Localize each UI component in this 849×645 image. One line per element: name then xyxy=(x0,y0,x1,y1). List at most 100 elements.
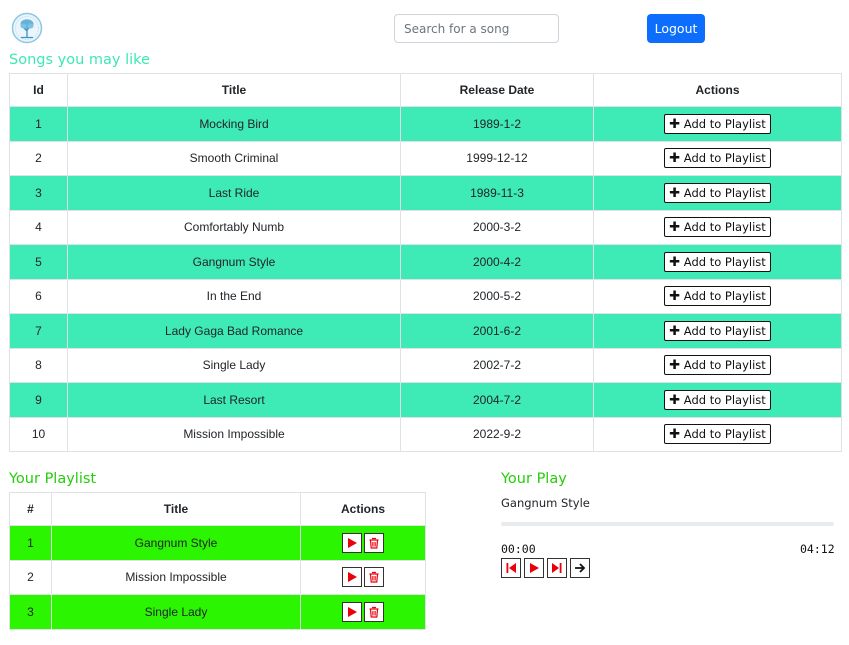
playlist-header-row: # Title Actions xyxy=(9,492,426,526)
playlist-actions xyxy=(300,594,426,630)
plus-icon: ✚ xyxy=(669,116,681,132)
duration: 04:12 xyxy=(800,542,835,556)
playlist-heading: Your Playlist xyxy=(9,471,97,487)
plus-icon: ✚ xyxy=(669,323,681,339)
add-to-playlist-label: Add to Playlist xyxy=(683,289,766,304)
song-id: 6 xyxy=(9,278,68,314)
previous-button[interactable] xyxy=(501,558,521,578)
songs-heading: Songs you may like xyxy=(9,52,150,68)
song-id: 5 xyxy=(9,244,68,280)
play-icon xyxy=(348,537,357,548)
column-header-title: Title xyxy=(51,492,301,526)
player-controls xyxy=(501,558,590,578)
song-id: 1 xyxy=(9,106,68,142)
play-button[interactable] xyxy=(342,601,362,622)
add-to-playlist-label: Add to Playlist xyxy=(683,254,766,269)
play-button[interactable] xyxy=(342,532,362,553)
song-release-date: 2022-9-2 xyxy=(400,416,594,452)
song-release-date: 2001-6-2 xyxy=(400,313,594,349)
plus-icon: ✚ xyxy=(669,254,681,270)
arrow-right-icon xyxy=(575,563,586,573)
trash-icon xyxy=(369,606,379,618)
song-actions: ✚ Add to Playlist xyxy=(593,140,842,176)
column-header-title: Title xyxy=(67,73,401,107)
song-id: 10 xyxy=(9,416,68,452)
logout-button[interactable]: Logout xyxy=(647,14,705,43)
column-header-actions: Actions xyxy=(300,492,426,526)
song-release-date: 2004-7-2 xyxy=(400,382,594,418)
add-to-playlist-button[interactable]: ✚ Add to Playlist xyxy=(664,251,771,272)
add-to-playlist-label: Add to Playlist xyxy=(683,220,766,235)
table-row: 2 Smooth Criminal 1999-12-12 ✚ Add to Pl… xyxy=(9,140,842,176)
playlist-actions xyxy=(300,559,426,595)
column-header-number: # xyxy=(9,492,52,526)
add-to-playlist-button[interactable]: ✚ Add to Playlist xyxy=(664,217,771,238)
table-row: 3 Single Lady xyxy=(9,594,426,630)
song-actions: ✚ Add to Playlist xyxy=(593,347,842,383)
plus-icon: ✚ xyxy=(669,358,681,374)
now-playing-title: Gangnum Style xyxy=(501,496,590,510)
add-to-playlist-button[interactable]: ✚ Add to Playlist xyxy=(664,182,771,203)
add-to-playlist-label: Add to Playlist xyxy=(683,323,766,338)
song-title: Last Ride xyxy=(67,175,401,211)
song-title: Mocking Bird xyxy=(67,106,401,142)
search-input[interactable] xyxy=(394,14,559,43)
playlist-number: 2 xyxy=(9,559,52,595)
song-actions: ✚ Add to Playlist xyxy=(593,244,842,280)
table-row: 1 Mocking Bird 1989-1-2 ✚ Add to Playlis… xyxy=(9,106,842,142)
playlist-title: Gangnum Style xyxy=(51,525,301,561)
add-to-playlist-label: Add to Playlist xyxy=(683,392,766,407)
play-icon xyxy=(530,563,539,573)
song-id: 8 xyxy=(9,347,68,383)
player-heading: Your Play xyxy=(501,471,567,487)
song-actions: ✚ Add to Playlist xyxy=(593,313,842,349)
song-actions: ✚ Add to Playlist xyxy=(593,416,842,452)
songs-header-row: Id Title Release Date Actions xyxy=(9,73,842,107)
song-release-date: 1989-11-3 xyxy=(400,175,594,211)
delete-button[interactable] xyxy=(364,567,384,588)
add-to-playlist-button[interactable]: ✚ Add to Playlist xyxy=(664,148,771,169)
playlist-table: # Title Actions 1 Gangnum Style 2 Missio… xyxy=(9,492,426,630)
add-to-playlist-label: Add to Playlist xyxy=(683,151,766,166)
playlist-actions xyxy=(300,525,426,561)
song-actions: ✚ Add to Playlist xyxy=(593,106,842,142)
plus-icon: ✚ xyxy=(669,151,681,167)
add-to-playlist-button[interactable]: ✚ Add to Playlist xyxy=(664,355,771,376)
playlist-title: Single Lady xyxy=(51,594,301,630)
table-row: 10 Mission Impossible 2022-9-2 ✚ Add to … xyxy=(9,416,842,452)
play-pause-button[interactable] xyxy=(524,558,544,578)
song-title: Single Lady xyxy=(67,347,401,383)
forward-button[interactable] xyxy=(570,558,590,578)
plus-icon: ✚ xyxy=(669,427,681,443)
song-title: Last Resort xyxy=(67,382,401,418)
progress-bar[interactable] xyxy=(501,522,834,526)
skip-previous-icon xyxy=(506,563,516,573)
delete-button[interactable] xyxy=(364,601,384,622)
song-title: Mission Impossible xyxy=(67,416,401,452)
trash-icon xyxy=(369,572,379,583)
song-actions: ✚ Add to Playlist xyxy=(593,382,842,418)
add-to-playlist-button[interactable]: ✚ Add to Playlist xyxy=(664,389,771,410)
add-to-playlist-button[interactable]: ✚ Add to Playlist xyxy=(664,320,771,341)
song-title: Comfortably Numb xyxy=(67,209,401,245)
table-row: 9 Last Resort 2004-7-2 ✚ Add to Playlist xyxy=(9,382,842,418)
next-button[interactable] xyxy=(547,558,567,578)
add-to-playlist-button[interactable]: ✚ Add to Playlist xyxy=(664,286,771,307)
plus-icon: ✚ xyxy=(669,220,681,236)
song-release-date: 2000-5-2 xyxy=(400,278,594,314)
delete-button[interactable] xyxy=(364,532,384,553)
play-button[interactable] xyxy=(342,567,362,588)
add-to-playlist-button[interactable]: ✚ Add to Playlist xyxy=(664,424,771,445)
trash-icon xyxy=(369,537,379,549)
table-row: 7 Lady Gaga Bad Romance 2001-6-2 ✚ Add t… xyxy=(9,313,842,349)
song-release-date: 2000-4-2 xyxy=(400,244,594,280)
current-time: 00:00 xyxy=(501,542,536,556)
playlist-number: 1 xyxy=(9,525,52,561)
song-id: 4 xyxy=(9,209,68,245)
song-title: In the End xyxy=(67,278,401,314)
song-actions: ✚ Add to Playlist xyxy=(593,209,842,245)
song-id: 3 xyxy=(9,175,68,211)
plus-icon: ✚ xyxy=(669,185,681,201)
add-to-playlist-button[interactable]: ✚ Add to Playlist xyxy=(664,113,771,134)
add-to-playlist-label: Add to Playlist xyxy=(683,116,766,131)
